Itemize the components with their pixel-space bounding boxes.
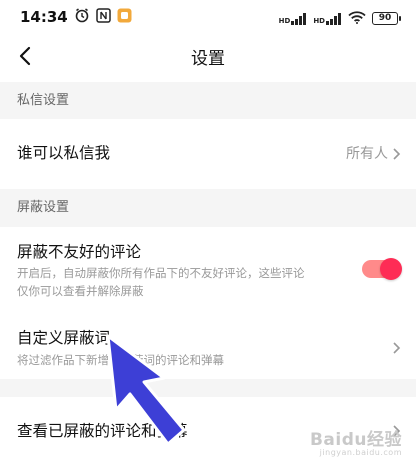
custom-block-words-label: 自定义屏蔽词 [17,329,111,347]
section-spacer [0,379,416,397]
who-can-message-row[interactable]: 谁可以私信我 所有人 [0,119,416,185]
block-unfriendly-row: 屏蔽不友好的评论 开启后，自动屏蔽你所有作品下的不友好评论，这些评论 仅你可以查… [0,227,416,317]
nfc-icon [96,7,111,27]
status-bar: 14:34 HD HD 90 [0,0,416,34]
section-header-block: 屏蔽设置 [0,189,416,227]
who-can-message-value: 所有人 [346,146,388,162]
section-header-private-message: 私信设置 [0,82,416,119]
page-title: 设置 [191,49,225,69]
block-unfriendly-label: 屏蔽不友好的评论 [17,243,142,261]
wifi-icon [348,9,366,28]
block-unfriendly-desc-line1: 开启后，自动屏蔽你所有作品下的不友好评论，这些评论 [17,266,305,280]
status-time: 14:34 [20,8,68,26]
annotation-arrow-icon [104,334,190,448]
watermark-logo: Baidu经验 jingyan.baidu.com [309,430,402,457]
signal-icon: HD [279,12,308,25]
custom-block-words-row[interactable]: 自定义屏蔽词 将过滤作品下新增含屏蔽词的评论和弹幕 [0,317,416,379]
alarm-icon [74,7,90,27]
block-unfriendly-toggle[interactable] [362,258,402,280]
signal-icon-2: HD [313,12,342,25]
chevron-right-icon [392,340,402,354]
chevron-right-icon [392,146,402,160]
toggle-knob [380,258,402,280]
battery-icon: 90 [372,12,401,25]
app-notification-icon [117,8,132,27]
block-unfriendly-desc-line2: 仅你可以查看并解除屏蔽 [17,284,144,298]
nav-bar: 设置 [0,34,416,78]
who-can-message-label: 谁可以私信我 [17,144,111,162]
